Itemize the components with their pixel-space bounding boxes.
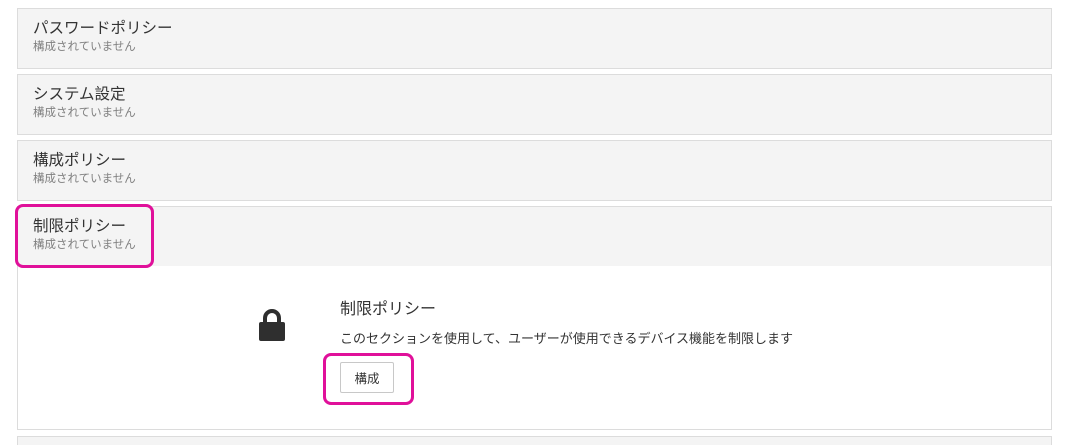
section-title: システム設定 [33, 85, 126, 103]
section-title: 制限ポリシー [33, 217, 127, 235]
section-password-policy[interactable]: パスワードポリシー 構成されていません [17, 8, 1052, 69]
section-configuration-policy[interactable]: 構成ポリシー 構成されていません [17, 140, 1052, 201]
restriction-policy-panel: 制限ポリシー このセクションを使用して、ユーザーが使用できるデバイス機能を制限し… [17, 266, 1052, 430]
section-status: 構成されていません [33, 39, 136, 53]
policy-page: パスワードポリシー 構成されていません システム設定 構成されていません 構成ポ… [0, 0, 1074, 445]
section-title: パスワードポリシー [33, 19, 173, 37]
section-status: 構成されていません [33, 237, 136, 251]
panel-title: 制限ポリシー [340, 299, 437, 318]
configure-button[interactable]: 構成 [340, 362, 394, 393]
section-restriction-policy[interactable]: 制限ポリシー 構成されていません [17, 206, 1052, 267]
lock-icon [259, 309, 285, 341]
section-title: 構成ポリシー [33, 151, 127, 169]
section-status: 構成されていません [33, 171, 136, 185]
section-system-settings[interactable]: システム設定 構成されていません [17, 74, 1052, 135]
section-next[interactable] [17, 436, 1052, 445]
panel-description: このセクションを使用して、ユーザーが使用できるデバイス機能を制限します [340, 332, 794, 347]
section-status: 構成されていません [33, 105, 136, 119]
